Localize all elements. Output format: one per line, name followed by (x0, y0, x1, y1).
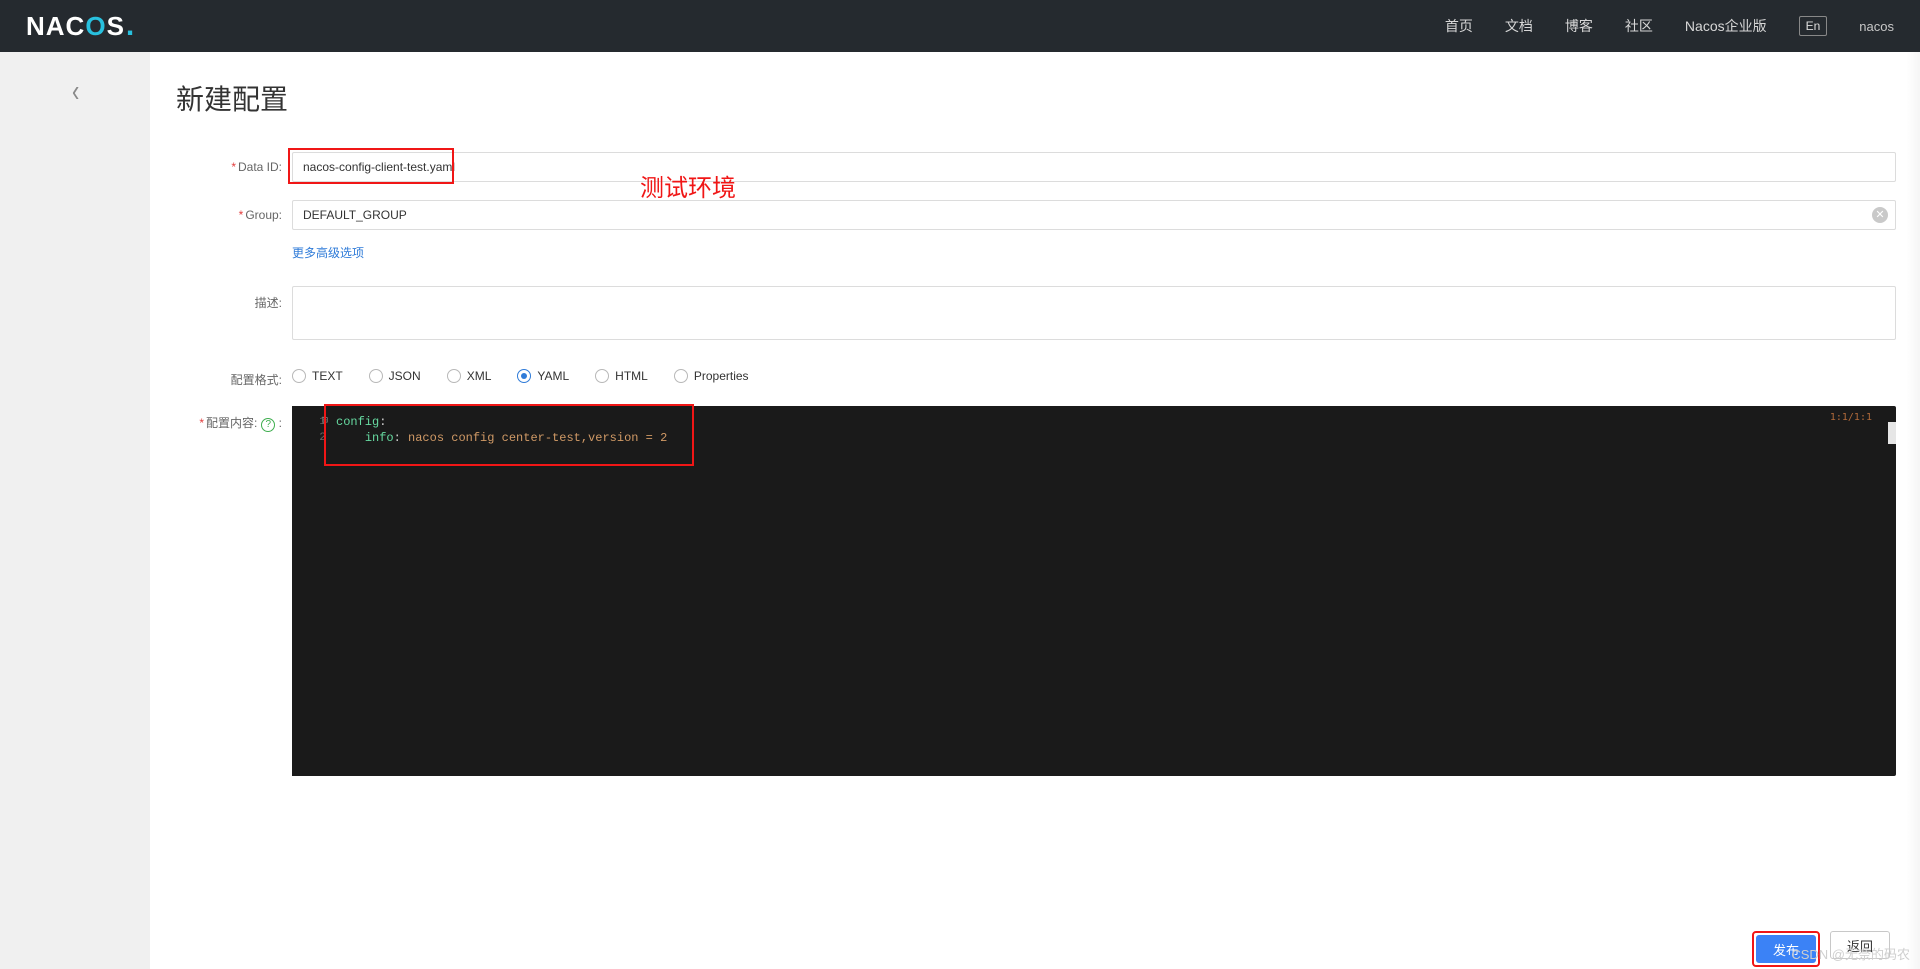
format-radio-group: TEXT JSON XML YAML HTML Properties (292, 363, 1896, 383)
code-line: ⊟config: (336, 414, 1890, 430)
label-content-text: 配置内容: (206, 416, 257, 430)
top-nav: 首页 文档 博客 社区 Nacos企业版 En nacos (1445, 16, 1894, 36)
radio-dot-icon (595, 369, 609, 383)
row-desc: 描述: (176, 286, 1896, 345)
editor-gutter: 12 (292, 406, 332, 776)
config-form-panel: 新建配置 *Data ID: 测试环境 *Group: ✕ (150, 52, 1920, 969)
row-group: *Group: ✕ (176, 200, 1896, 230)
radio-dot-icon (292, 369, 306, 383)
nav-community[interactable]: 社区 (1625, 16, 1653, 36)
label-desc: 描述: (176, 286, 292, 311)
nav-blog[interactable]: 博客 (1565, 16, 1593, 36)
back-icon[interactable]: ‹ (72, 73, 79, 109)
row-content: *配置内容:? : 12 1:1/1:1 ⊟config: info: naco… (176, 406, 1896, 776)
radio-dot-icon (674, 369, 688, 383)
logo: NACOS. (26, 11, 135, 42)
radio-label: YAML (537, 369, 569, 383)
nav-docs[interactable]: 文档 (1505, 16, 1533, 36)
lang-switch[interactable]: En (1799, 16, 1828, 36)
nav-enterprise[interactable]: Nacos企业版 (1685, 16, 1767, 36)
page-title: 新建配置 (176, 78, 1896, 118)
editor-scrollbar[interactable] (1888, 422, 1896, 444)
radio-label: TEXT (312, 369, 343, 383)
advanced-options-link[interactable]: 更多高级选项 (292, 244, 364, 261)
left-gutter: ‹ (0, 52, 150, 969)
code-line: info: nacos config center-test,version =… (336, 430, 1890, 446)
format-radio-text[interactable]: TEXT (292, 369, 343, 383)
page-body: ‹ 新建配置 *Data ID: 测试环境 *Group: ✕ (0, 52, 1920, 969)
radio-label: Properties (694, 369, 749, 383)
format-radio-html[interactable]: HTML (595, 369, 648, 383)
format-radio-properties[interactable]: Properties (674, 369, 749, 383)
panel-scroll-shadow (1906, 52, 1920, 969)
label-data-id: *Data ID: (176, 152, 292, 174)
code-editor[interactable]: 12 1:1/1:1 ⊟config: info: nacos config c… (292, 406, 1896, 776)
label-format: 配置格式: (176, 363, 292, 388)
row-data-id: *Data ID: (176, 152, 1896, 182)
editor-code[interactable]: 1:1/1:1 ⊟config: info: nacos config cent… (332, 406, 1896, 776)
clear-group-icon[interactable]: ✕ (1872, 207, 1888, 223)
format-radio-yaml[interactable]: YAML (517, 369, 569, 383)
top-header: NACOS. 首页 文档 博客 社区 Nacos企业版 En nacos (0, 0, 1920, 52)
label-group-text: Group: (245, 208, 282, 222)
logo-text: NACOS. (26, 11, 135, 42)
radio-label: HTML (615, 369, 648, 383)
desc-textarea[interactable] (292, 286, 1896, 340)
radio-dot-icon (369, 369, 383, 383)
config-form: *Data ID: 测试环境 *Group: ✕ (176, 152, 1896, 776)
annotation-env-label: 测试环境 (640, 168, 736, 203)
help-icon[interactable]: ? (261, 418, 275, 432)
label-data-id-text: Data ID: (238, 160, 282, 174)
user-name[interactable]: nacos (1859, 19, 1894, 34)
format-radio-json[interactable]: JSON (369, 369, 421, 383)
label-group: *Group: (176, 200, 292, 222)
radio-dot-icon (517, 369, 531, 383)
radio-label: JSON (389, 369, 421, 383)
fold-icon[interactable]: ⊟ (322, 414, 328, 430)
format-radio-xml[interactable]: XML (447, 369, 492, 383)
row-advanced: 更多高级选项 (176, 242, 1896, 262)
radio-dot-icon (447, 369, 461, 383)
nav-home[interactable]: 首页 (1445, 16, 1473, 36)
group-input[interactable] (292, 200, 1896, 230)
radio-label: XML (467, 369, 492, 383)
label-content: *配置内容:? : (176, 406, 292, 432)
data-id-input[interactable] (292, 152, 1896, 182)
watermark: CSDN @无奈的码农 (1791, 944, 1910, 963)
row-format: 配置格式: TEXT JSON XML YAML HTML Properties (176, 363, 1896, 388)
